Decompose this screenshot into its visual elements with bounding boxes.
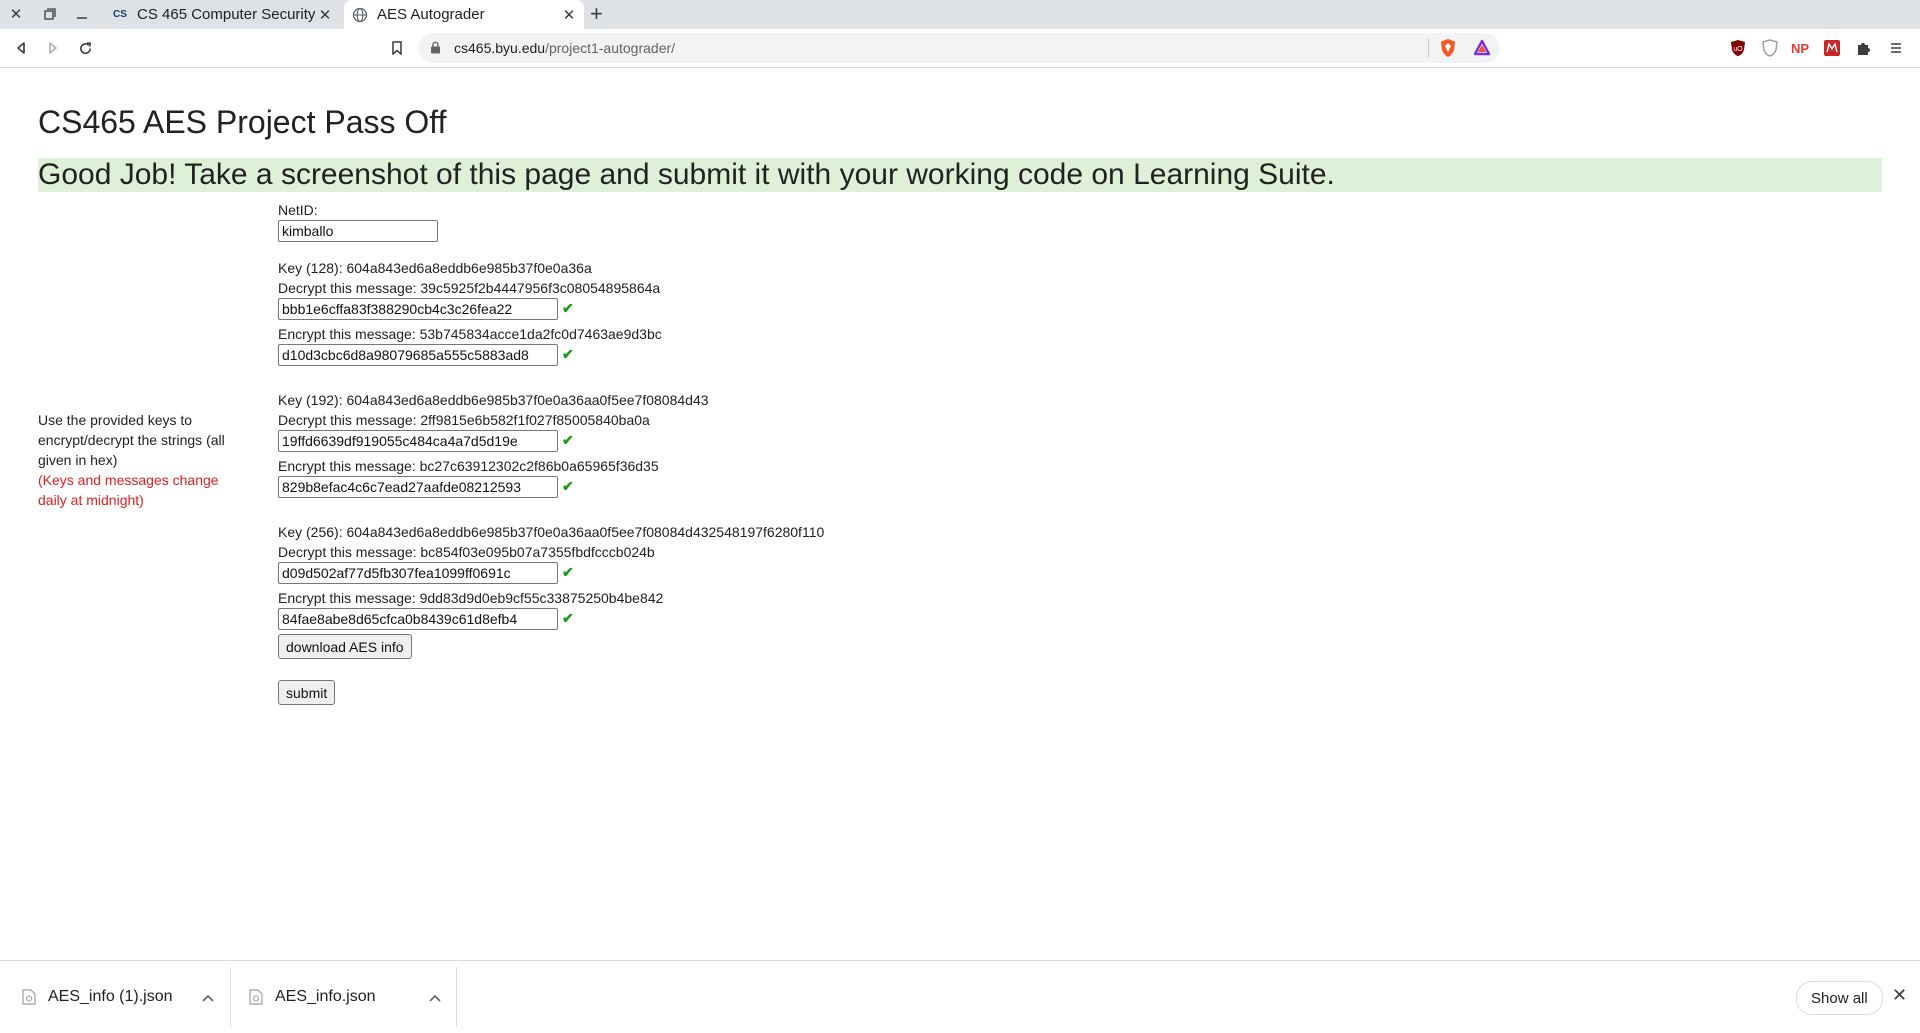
bookmark-icon[interactable] [386,37,408,59]
decrypt-128-input[interactable] [278,298,558,320]
lock-icon[interactable] [430,41,441,59]
download-item[interactable]: AES_info (1).json [22,961,214,1033]
decrypt-192-label: Decrypt this message: 2ff9815e6b582f1f02… [278,412,650,428]
url-text: cs465.byu.edu/project1-autograder/ [454,40,676,56]
shield-extension-icon[interactable] [1760,38,1780,58]
chevron-up-icon[interactable] [202,989,214,1005]
red-extension-icon[interactable] [1822,38,1842,58]
download-shelf: AES_info (1).json AES_info.json Show all… [0,960,1920,1033]
encrypt-128-label: Encrypt this message: 53b745834acce1da2f… [278,326,662,342]
key-256-label: Key (256): 604a843ed6a8eddb6e985b37f0e0a… [278,524,825,540]
check-icon: ✔ [562,346,574,362]
globe-icon [352,7,368,23]
download-divider [456,967,457,1027]
encrypt-128-input[interactable] [278,344,558,366]
download-divider [230,967,231,1027]
svg-text:uO: uO [1733,46,1743,53]
decrypt-192-input[interactable] [278,430,558,452]
tab-close-icon[interactable]: ✕ [316,6,334,24]
close-icon[interactable]: ✕ [1892,985,1907,1006]
netid-input[interactable] [278,220,438,242]
key-128-label: Key (128): 604a843ed6a8eddb6e985b37f0e0a… [278,260,592,276]
forward-icon[interactable] [42,37,64,59]
tab-title: AES Autograder [377,6,485,23]
decrypt-128-label: Decrypt this message: 39c5925f2b4447956f… [278,280,661,296]
key-192-label: Key (192): 604a843ed6a8eddb6e985b37f0e0a… [278,392,709,408]
encrypt-192-input[interactable] [278,476,558,498]
menu-icon[interactable] [1886,38,1906,58]
instructions: Use the provided keys to encrypt/decrypt… [38,410,238,510]
download-filename: AES_info (1).json [48,988,173,1005]
new-tab-icon[interactable]: + [590,3,603,25]
file-icon [249,989,263,1005]
decrypt-256-input[interactable] [278,562,558,584]
instructions-note: (Keys and messages change daily at midni… [38,472,219,508]
omnibox-divider [1428,39,1429,57]
address-bar[interactable]: cs465.byu.edu/project1-autograder/ [418,33,1500,63]
download-item[interactable]: AES_info.json [249,961,441,1033]
submit-button[interactable]: submit [278,680,336,705]
ublock-icon[interactable]: uO [1728,38,1748,58]
netid-label: NetID: [278,202,318,218]
extensions-puzzle-icon[interactable] [1854,38,1874,58]
tab-cs465-computer-security[interactable]: CS CS 465 Computer Security ✕ [104,0,340,29]
file-icon [22,989,36,1005]
page-title: CS465 AES Project Pass Off [38,104,447,140]
back-icon[interactable] [10,37,32,59]
download-filename: AES_info.json [275,988,376,1005]
download-aes-info-button[interactable]: download AES info [278,634,412,659]
check-icon: ✔ [562,478,574,494]
check-icon: ✔ [562,610,574,626]
show-all-button[interactable]: Show all [1796,981,1883,1015]
success-banner: Good Job! Take a screenshot of this page… [38,158,1882,192]
np-extension-icon[interactable]: NP [1790,38,1810,58]
tab-aes-autograder[interactable]: AES Autograder ✕ [344,0,584,29]
check-icon: ✔ [562,300,574,316]
check-icon: ✔ [562,432,574,448]
chevron-up-icon[interactable] [429,989,441,1005]
encrypt-192-label: Encrypt this message: bc27c63912302c2f86… [278,458,659,474]
decrypt-256-label: Decrypt this message: bc854f03e095b07a73… [278,544,655,560]
tab-strip: ✕ CS CS 465 Computer Security ✕ AES Auto… [0,0,1920,29]
encrypt-256-label: Encrypt this message: 9dd83d9d0eb9cf55c3… [278,590,664,606]
check-icon: ✔ [562,564,574,580]
page-content: CS465 AES Project Pass Off Good Job! Tak… [0,68,1920,960]
tab-title: CS 465 Computer Security [137,6,316,23]
brave-shields-icon[interactable] [1438,38,1458,58]
reload-icon[interactable] [74,37,96,59]
tab-close-icon[interactable]: ✕ [560,6,578,24]
browser-toolbar: cs465.byu.edu/project1-autograder/ uO NP [0,29,1920,68]
brave-rewards-icon[interactable] [1472,38,1492,58]
instructions-text: Use the provided keys to encrypt/decrypt… [38,412,225,468]
encrypt-256-input[interactable] [278,608,558,630]
cs-favicon-icon: CS [113,9,127,20]
window-minimize-icon[interactable] [72,4,92,24]
window-restore-icon[interactable] [40,4,60,24]
window-close-icon[interactable]: ✕ [6,4,26,24]
